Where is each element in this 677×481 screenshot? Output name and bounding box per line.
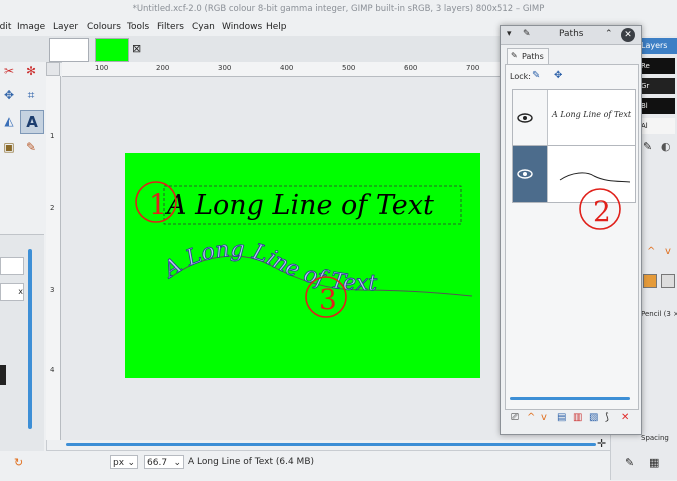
unit-value: px	[113, 458, 125, 468]
duplicate-path-icon[interactable]: ▤	[557, 412, 566, 423]
close-icon[interactable]: ✕	[621, 28, 635, 42]
layer-row-blue[interactable]: Bl	[641, 98, 675, 114]
annotation-label-1: 1	[149, 188, 167, 221]
pin-icon[interactable]: ✎	[523, 29, 531, 39]
path-to-selection-icon[interactable]: ⎚	[511, 412, 519, 423]
lock-position-icon[interactable]: ✥	[554, 70, 562, 81]
collapse-icon[interactable]: ⌃	[605, 29, 613, 39]
spacing-label: Spacing	[641, 434, 669, 442]
path-row[interactable]: A Long Line of Text	[512, 89, 636, 147]
statusbar-message: A Long Line of Text (6.4 MB)	[188, 457, 315, 467]
tab-paths[interactable]: ✎ Paths	[507, 48, 549, 65]
statusbar: px ⌄ 66.7 ⌄ A Long Line of Text (6.4 MB)	[46, 450, 610, 481]
layer-row-green[interactable]: Gr	[641, 78, 675, 94]
path-preview: A Long Line of Text	[547, 90, 635, 146]
paths-scrollbar[interactable]	[510, 397, 630, 400]
delete-path-icon[interactable]: ✕	[621, 412, 629, 423]
paths-titlebar[interactable]: ▾ ✎ Paths ⌃ ✕	[501, 26, 641, 45]
lock-stroke-icon[interactable]: ✎	[532, 70, 540, 81]
arrow-down-icon[interactable]: v	[665, 246, 671, 257]
dialog-menu-icon[interactable]: ▾	[507, 29, 512, 39]
tab-paths-label: Paths	[522, 52, 544, 61]
paths-panel: Lock: ✎ ✥ A Long Line of Text 2	[505, 64, 639, 410]
path-preview-text: A Long Line of Text	[552, 110, 632, 119]
pattern-swatch[interactable]	[643, 274, 657, 288]
dialog-title: Paths	[559, 29, 584, 39]
annotation-label-2: 2	[593, 195, 611, 228]
lock-label: Lock:	[510, 72, 531, 81]
layer-action-icon[interactable]: ◐	[661, 140, 671, 153]
eye-icon[interactable]	[515, 168, 535, 180]
paths-dialog: ▾ ✎ Paths ⌃ ✕ ✎ Paths Lock: ✎ ✥ A Long L…	[500, 25, 642, 435]
curved-text-path: A Long Line of Text	[157, 237, 377, 297]
selection-to-path-icon[interactable]: ▥	[573, 412, 582, 423]
arrow-up-icon[interactable]: ^	[647, 246, 655, 257]
zoom-select[interactable]: 66.7 ⌄	[144, 455, 184, 469]
layer-row-alpha[interactable]: Al	[641, 118, 675, 134]
gradient-swatch[interactable]	[661, 274, 675, 288]
brush-label: Pencil (3 × 3)	[641, 310, 677, 318]
paths-tab-icon: ✎	[511, 51, 518, 60]
raise-path-icon[interactable]: ^	[527, 412, 535, 423]
horizontal-scrollbar[interactable]: ✛	[62, 437, 610, 450]
annotation-2-overlay: 2	[579, 188, 621, 230]
scrollbar-thumb[interactable]	[66, 443, 596, 446]
pencil-icon[interactable]: ✎	[643, 140, 652, 153]
navigate-icon[interactable]: ✛	[597, 437, 606, 450]
annotation-label-3: 3	[319, 283, 337, 316]
paint-along-path-icon[interactable]: ▧	[589, 412, 598, 423]
lower-path-icon[interactable]: v	[541, 412, 547, 423]
unit-select[interactable]: px ⌄	[110, 455, 138, 469]
chevron-down-icon: ⌄	[173, 458, 181, 468]
curved-text: A Long Line of Text	[158, 237, 378, 296]
eye-icon[interactable]	[515, 112, 535, 124]
zoom-value: 66.7	[147, 458, 168, 468]
tab-layers[interactable]: Layers	[639, 38, 677, 54]
text-layer-content: A Long Line of Text	[164, 190, 434, 221]
stroke-path-icon[interactable]: ⟆	[605, 412, 609, 423]
layer-row-red[interactable]: Re	[641, 58, 675, 74]
brush-new-icon[interactable]: ▦	[649, 456, 659, 469]
chevron-down-icon: ⌄	[127, 458, 135, 468]
brush-edit-icon[interactable]: ✎	[625, 456, 634, 469]
